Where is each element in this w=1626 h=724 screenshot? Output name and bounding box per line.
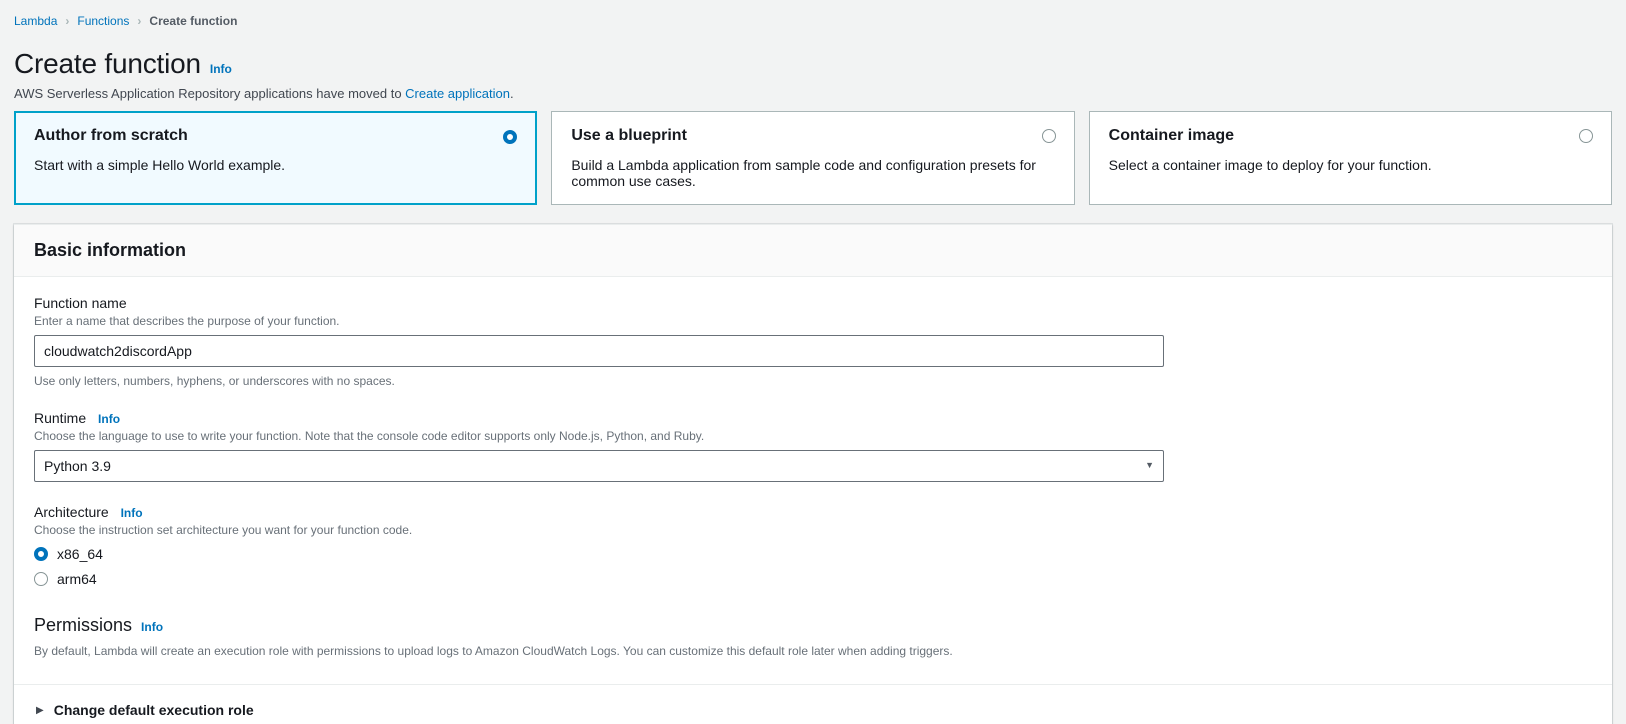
function-name-input[interactable]	[34, 335, 1164, 367]
card-title: Container image	[1109, 127, 1592, 145]
card-author-from-scratch[interactable]: Author from scratch Start with a simple …	[14, 111, 537, 205]
breadcrumb-link-functions[interactable]: Functions	[77, 14, 129, 28]
architecture-option-arm64[interactable]: arm64	[34, 571, 1592, 587]
card-description: Select a container image to deploy for y…	[1109, 157, 1592, 173]
notice-text: AWS Serverless Application Repository ap…	[14, 86, 402, 101]
card-description: Start with a simple Hello World example.	[34, 157, 517, 173]
expander-collapsed-icon: ▶	[36, 705, 44, 716]
breadcrumb-current: Create function	[149, 14, 237, 28]
card-use-a-blueprint[interactable]: Use a blueprint Build a Lambda applicati…	[551, 111, 1074, 205]
create-application-link[interactable]: Create application	[405, 86, 510, 101]
card-description: Build a Lambda application from sample c…	[571, 157, 1054, 189]
breadcrumb-separator-icon: ›	[137, 14, 141, 28]
permissions-info-link[interactable]: Info	[141, 620, 163, 634]
card-title: Author from scratch	[34, 127, 517, 145]
breadcrumb-separator-icon: ›	[65, 14, 69, 28]
function-name-constraint: Use only letters, numbers, hyphens, or u…	[34, 374, 1592, 388]
notice-suffix: .	[510, 86, 514, 101]
radio-unselected-icon[interactable]	[1042, 129, 1056, 143]
architecture-label-text: Architecture	[34, 504, 109, 520]
runtime-label: Runtime Info	[34, 410, 1592, 426]
create-function-page: Lambda › Functions › Create function Cre…	[0, 0, 1626, 724]
runtime-selected-value: Python 3.9	[44, 458, 111, 474]
page-title: Create function	[14, 48, 201, 80]
permissions-title: Permissions	[34, 615, 132, 636]
basic-information-header: Basic information	[14, 225, 1612, 277]
permissions-description: By default, Lambda will create an execut…	[34, 644, 1592, 684]
radio-label: arm64	[57, 571, 97, 587]
radio-unselected-icon[interactable]	[34, 572, 48, 586]
runtime-description: Choose the language to use to write your…	[34, 429, 1592, 443]
function-name-description: Enter a name that describes the purpose …	[34, 314, 1592, 328]
runtime-label-text: Runtime	[34, 410, 86, 426]
card-container-image[interactable]: Container image Select a container image…	[1089, 111, 1612, 205]
expander-label: Change default execution role	[54, 702, 254, 718]
architecture-option-x86-64[interactable]: x86_64	[34, 546, 1592, 562]
architecture-info-link[interactable]: Info	[121, 506, 143, 520]
architecture-label: Architecture Info	[34, 504, 1592, 520]
breadcrumb-link-lambda[interactable]: Lambda	[14, 14, 57, 28]
creation-option-cards: Author from scratch Start with a simple …	[14, 111, 1612, 205]
runtime-select[interactable]: Python 3.9	[34, 450, 1164, 482]
function-name-label: Function name	[34, 295, 1592, 311]
radio-unselected-icon[interactable]	[1579, 129, 1593, 143]
radio-selected-icon[interactable]	[34, 547, 48, 561]
architecture-description: Choose the instruction set architecture …	[34, 523, 1592, 537]
radio-label: x86_64	[57, 546, 103, 562]
change-execution-role-expander[interactable]: ▶ Change default execution role	[34, 685, 1592, 724]
title-info-link[interactable]: Info	[210, 62, 232, 76]
basic-information-panel: Basic information Function name Enter a …	[14, 224, 1612, 724]
card-title: Use a blueprint	[571, 127, 1054, 145]
repository-notice: AWS Serverless Application Repository ap…	[14, 86, 1612, 101]
breadcrumb: Lambda › Functions › Create function	[14, 0, 1612, 28]
basic-information-title: Basic information	[34, 240, 1592, 261]
runtime-info-link[interactable]: Info	[98, 412, 120, 426]
